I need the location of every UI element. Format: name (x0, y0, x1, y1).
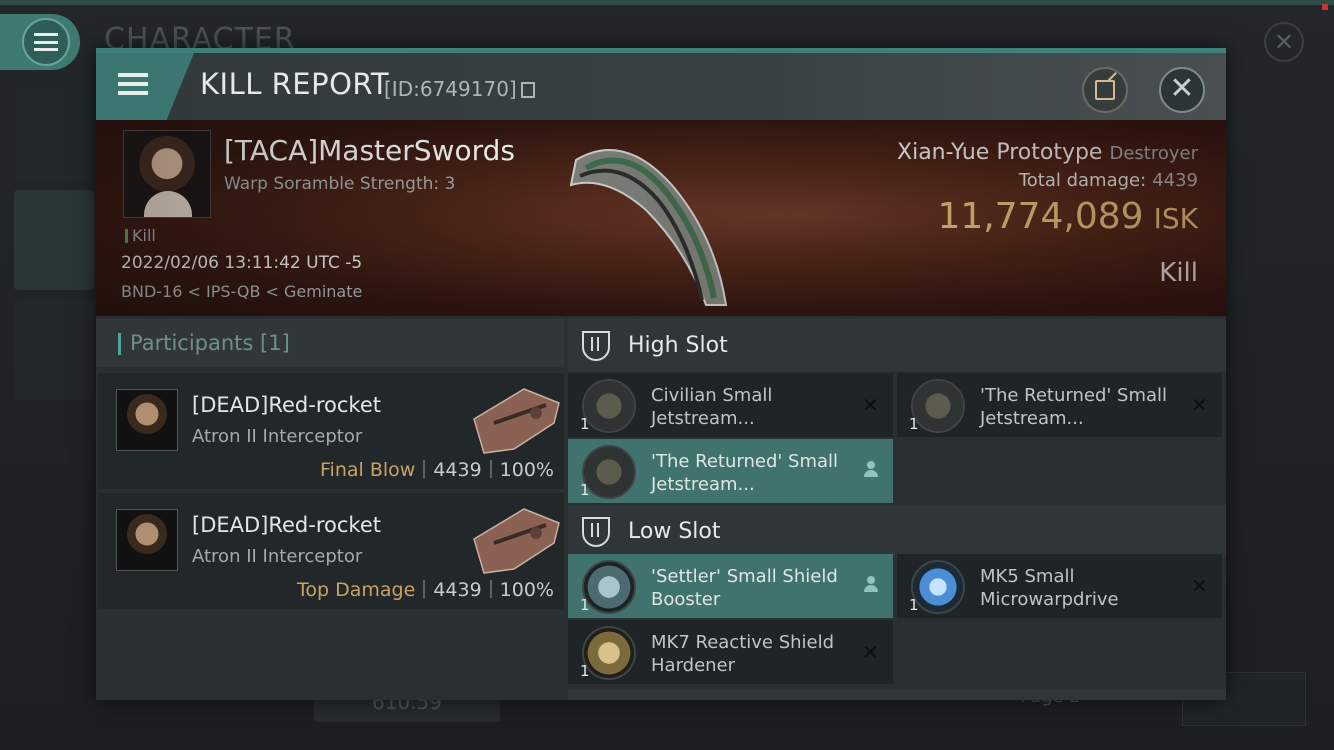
module-qty: 1 (909, 596, 919, 614)
destroyed-icon: ✕ (1191, 574, 1208, 598)
kill-id-text: [ID:6749170] (384, 77, 517, 101)
victim-name[interactable]: [TACA]MasterSwords (224, 134, 515, 167)
participants-header: Participants [1] (96, 319, 564, 367)
participant-ship: Atron II Interceptor (192, 546, 363, 567)
participant-row[interactable]: [DEAD]Red-rocket Atron II Interceptor Fi… (98, 373, 564, 489)
kill-id[interactable]: [ID:6749170] (384, 77, 535, 101)
kill-location[interactable]: BND-16 < IPS-QB < Geminate (121, 282, 362, 301)
participant-role: Top Damage (297, 579, 416, 601)
module-qty: 1 (580, 415, 590, 433)
module-name: MK5 Small Microwarpdrive (980, 566, 1119, 610)
destroyed-icon: ✕ (1191, 393, 1208, 417)
total-damage-label: Total damage: (1018, 170, 1147, 191)
participants-panel: Participants [1] [DEAD]Red-rocket Atron … (96, 319, 564, 700)
participants-title: Participants [1] (130, 331, 290, 355)
module-item[interactable]: 1 Civilian Small Jetstream... ✕ (568, 373, 893, 437)
main-menu-button[interactable] (0, 14, 80, 70)
share-button[interactable] (1082, 67, 1128, 113)
victim-ship-name[interactable]: Xian-Yue Prototype Destroyer (897, 140, 1198, 165)
victim-avatar[interactable] (123, 130, 211, 218)
module-item[interactable]: 1 'The Returned' Small Jetstream... ✕ (897, 373, 1222, 437)
module-name: 'The Returned' Small Jetstream... (651, 451, 839, 495)
jetstream-module-icon (582, 379, 636, 433)
module-name: 'The Returned' Small Jetstream... (980, 385, 1168, 429)
module-item[interactable]: 1 MK7 Reactive Shield Hardener ✕ (568, 620, 893, 684)
participant-damage: 4439 (433, 579, 482, 601)
dialog-menu-button[interactable] (96, 53, 194, 120)
kill-datetime: 2022/02/06 13:11:42 UTC -5 (121, 253, 363, 273)
high-slot-icon (582, 331, 610, 361)
isk-value: 11,774,089 ISK (937, 196, 1198, 237)
microwarpdrive-icon (911, 560, 965, 614)
close-button[interactable]: ✕ (1159, 67, 1205, 113)
module-qty: 1 (909, 415, 919, 433)
high-slot-header: High Slot (568, 319, 1226, 371)
participant-ship-image (473, 388, 560, 454)
dropped-icon (864, 461, 878, 477)
background-side-item[interactable] (14, 190, 94, 290)
low-slot-title: Low Slot (628, 519, 721, 544)
isk-amount: 11,774,089 (937, 196, 1144, 237)
participant-percent: 100% (499, 459, 554, 481)
background-close-icon[interactable]: ✕ (1264, 22, 1304, 62)
result-label: Kill (1159, 258, 1198, 288)
participant-avatar[interactable] (116, 389, 178, 451)
menu-icon (22, 18, 70, 66)
participant-row[interactable]: [DEAD]Red-rocket Atron II Interceptor To… (98, 493, 564, 609)
module-qty: 1 (580, 662, 590, 680)
copy-icon[interactable] (520, 82, 535, 98)
participant-damage: 4439 (433, 459, 482, 481)
background-side-item[interactable] (14, 300, 94, 400)
kill-tag: Kill (125, 226, 156, 245)
participant-stats: Top Damage 4439 100% (297, 579, 554, 601)
low-slot-icon (582, 517, 610, 547)
shield-booster-icon (582, 560, 636, 614)
module-qty: 1 (580, 481, 590, 499)
module-name: MK7 Reactive Shield Hardener (651, 632, 835, 676)
module-item[interactable]: 1 'Settler' Small Shield Booster (568, 554, 893, 618)
status-dot (1322, 4, 1328, 10)
victim-ship-name-text: Xian-Yue Prototype (897, 140, 1103, 165)
fitting-panel: High Slot 1 Civilian Small Jetstream... … (568, 319, 1226, 700)
module-item[interactable]: 1 MK5 Small Microwarpdrive ✕ (897, 554, 1222, 618)
isk-unit: ISK (1153, 202, 1198, 235)
module-name: 'Settler' Small Shield Booster (651, 566, 838, 610)
participant-role: Final Blow (320, 459, 416, 481)
dialog-header: KILL REPORT [ID:6749170] ✕ (96, 53, 1226, 120)
participants-count: [1] (260, 331, 290, 355)
participants-title-text: Participants (130, 331, 254, 355)
menu-icon (118, 73, 148, 95)
destroyed-icon: ✕ (862, 640, 879, 664)
victim-ship-image[interactable] (566, 130, 756, 310)
next-slot-header (568, 689, 1226, 700)
participant-percent: 100% (499, 579, 554, 601)
low-slot-header: Low Slot (568, 505, 1226, 557)
shield-hardener-icon (582, 626, 636, 680)
background-side-item[interactable] (14, 82, 94, 182)
jetstream-module-icon (582, 445, 636, 499)
total-damage: Total damage: 4439 (1019, 170, 1198, 191)
victim-subtitle: Warp Soramble Strength: 3 (224, 174, 456, 194)
kill-tag-label: Kill (132, 226, 156, 245)
module-item[interactable]: 1 'The Returned' Small Jetstream... (568, 439, 893, 503)
dropped-icon (864, 576, 878, 592)
share-icon (1095, 80, 1115, 100)
jetstream-module-icon (911, 379, 965, 433)
destroyed-icon: ✕ (862, 393, 879, 417)
participant-ship: Atron II Interceptor (192, 426, 363, 447)
top-accent-line (0, 0, 1334, 5)
victim-ship-class: Destroyer (1109, 143, 1198, 164)
high-slot-title: High Slot (628, 333, 728, 358)
module-qty: 1 (580, 596, 590, 614)
participant-name: [DEAD]Red-rocket (192, 393, 381, 417)
participant-name: [DEAD]Red-rocket (192, 513, 381, 537)
module-name: Civilian Small Jetstream... (651, 385, 773, 429)
participant-avatar[interactable] (116, 509, 178, 571)
participant-ship-image (473, 508, 560, 574)
total-damage-value: 4439 (1152, 170, 1198, 191)
kill-report-dialog: KILL REPORT [ID:6749170] ✕ [TACA]MasterS… (96, 48, 1226, 700)
dialog-title: KILL REPORT (200, 67, 390, 101)
participant-stats: Final Blow 4439 100% (320, 459, 554, 481)
victim-banner: [TACA]MasterSwords Warp Soramble Strengt… (96, 120, 1226, 316)
